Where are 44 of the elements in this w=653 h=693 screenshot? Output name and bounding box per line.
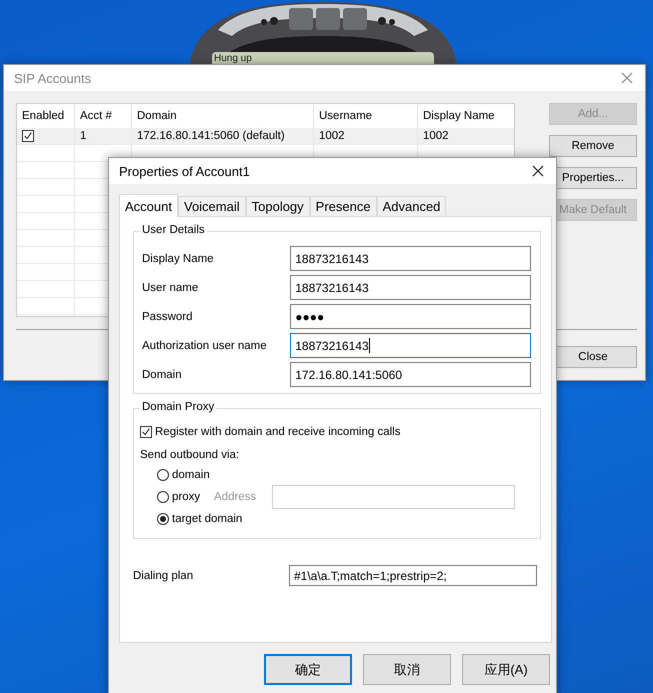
address-field[interactable]	[272, 485, 515, 509]
table-cell: 1002	[418, 128, 514, 145]
input-field[interactable]: 18873216143	[290, 333, 531, 358]
checkbox[interactable]	[22, 130, 34, 142]
dialog-button[interactable]: Remove	[549, 135, 637, 157]
input-field[interactable]: 18873216143	[290, 275, 531, 300]
dialog-button[interactable]: 取消	[363, 654, 451, 685]
close-icon[interactable]	[532, 165, 544, 177]
field-label: Display Name	[142, 252, 215, 264]
radio-button[interactable]	[157, 469, 169, 481]
table-row[interactable]: 1 172.16.80.141:5060 (default) 1002 1002	[17, 128, 514, 145]
checkbox[interactable]	[140, 426, 152, 438]
tab[interactable]: Advanced	[376, 196, 446, 216]
tab[interactable]: Account	[119, 194, 178, 217]
tab[interactable]: Voicemail	[178, 196, 246, 216]
dialog-button[interactable]: 确定	[264, 654, 352, 685]
checkbox-label: Register with domain and receive incoming calls	[155, 426, 400, 438]
dialog-button[interactable]: 应用(A)	[462, 654, 550, 685]
radio-button[interactable]	[157, 513, 169, 525]
phone-status: Hung up	[214, 54, 252, 64]
window-title: SIP Accounts	[14, 70, 92, 86]
section-label: Send outbound via:	[140, 448, 240, 463]
input-field[interactable]: 172.16.80.141:5060	[290, 362, 531, 387]
field-label: Dialing plan	[133, 570, 194, 582]
tab[interactable]: Presence	[310, 196, 377, 216]
input-field[interactable]: 18873216143	[290, 246, 531, 271]
address-label: Address	[214, 491, 258, 503]
field-label: User name	[142, 282, 200, 294]
radio-label: target domain	[172, 513, 242, 525]
field-label: Authorization user name	[142, 340, 268, 352]
table-cell: 1002	[314, 128, 418, 145]
radio-button[interactable]	[157, 491, 169, 503]
tab[interactable]: Topology	[246, 196, 310, 216]
input-field[interactable]: #1\a\a.T;match=1;prestrip=2;	[289, 565, 537, 586]
dialog-title: Properties of Account1	[119, 164, 250, 178]
field-label: Password	[142, 310, 194, 322]
input-field[interactable]: ●●●●	[290, 304, 531, 329]
group-title: User Details	[140, 224, 207, 236]
table-cell: 1	[75, 128, 132, 145]
field-label: Domain	[142, 368, 183, 380]
table-cell: 172.16.80.141:5060 (default)	[132, 128, 314, 145]
radio-label: proxy	[172, 491, 202, 503]
radio-label: domain	[172, 469, 211, 481]
group-title: Domain Proxy	[140, 401, 216, 413]
